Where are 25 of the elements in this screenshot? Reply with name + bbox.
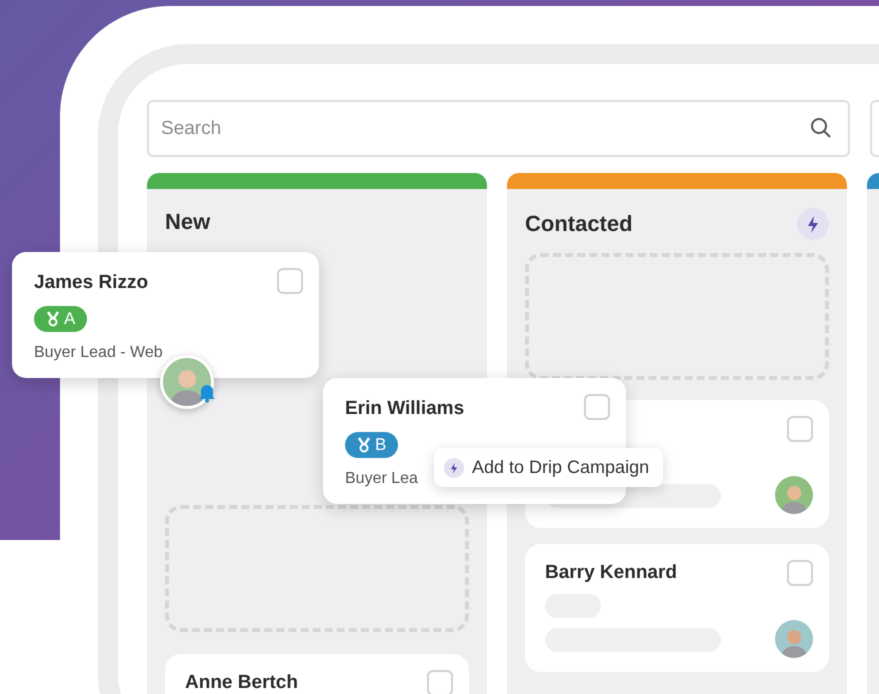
action-tooltip[interactable]: Add to Drip Campaign [434, 448, 664, 487]
checkbox[interactable] [787, 560, 813, 586]
lead-card[interactable]: James Rizzo A Buyer Lead - Web [12, 252, 319, 378]
search-icon [810, 117, 832, 139]
checkbox[interactable] [427, 670, 453, 694]
lead-card[interactable]: Anne Bertch [165, 654, 469, 694]
column-title: Contacted [525, 211, 633, 237]
lead-card[interactable]: Barry Kennard [525, 544, 829, 672]
checkbox[interactable] [787, 416, 813, 442]
medal-icon [357, 437, 371, 453]
lead-name: James Rizzo [34, 272, 148, 294]
grade-label: B [375, 435, 386, 455]
lightning-icon [444, 458, 464, 478]
grade-label: A [64, 309, 76, 329]
checkbox[interactable] [277, 268, 303, 294]
medal-icon [46, 311, 60, 327]
lead-source: Buyer Lead - Web [34, 344, 163, 362]
column-title: New [165, 209, 210, 235]
checkbox[interactable] [584, 394, 610, 420]
lightning-icon [797, 208, 829, 240]
lead-source: Buyer Lea [345, 470, 418, 488]
lead-name: Barry Kennard [545, 562, 677, 583]
search-field[interactable]: Search [147, 100, 850, 157]
lead-name: Anne Bertch [185, 672, 298, 693]
lead-name: Erin Williams [345, 398, 464, 420]
